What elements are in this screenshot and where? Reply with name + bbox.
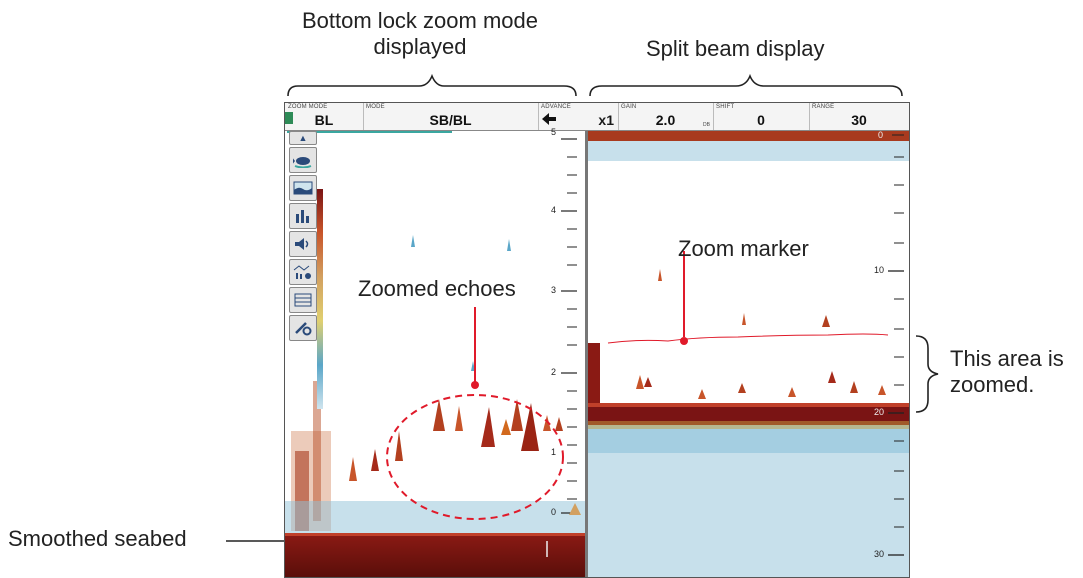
zoom-scale-label-0: 0 bbox=[551, 507, 557, 517]
layout-icon[interactable] bbox=[289, 287, 317, 313]
mode-cell[interactable]: MODE SB/BL bbox=[363, 103, 539, 130]
color-scale-bar bbox=[317, 189, 323, 409]
histogram-icon[interactable] bbox=[289, 259, 317, 285]
chevron-up-icon[interactable]: ▲ bbox=[289, 131, 317, 145]
shift-label: SHIFT bbox=[716, 104, 735, 110]
zoom-scale-label-5: 5 bbox=[551, 127, 557, 137]
bar-chart-icon[interactable] bbox=[289, 203, 317, 229]
range-label-0: 0 bbox=[878, 130, 884, 140]
zoom-mode-value: BL bbox=[314, 112, 334, 128]
zoom-scale-label-3: 3 bbox=[551, 285, 557, 295]
zoom-scale-label-1: 1 bbox=[551, 447, 557, 457]
zoom-marker-line bbox=[607, 333, 889, 344]
zoom-echogram bbox=[285, 138, 585, 577]
gain-label: GAIN bbox=[621, 104, 637, 110]
range-label-20: 20 bbox=[874, 407, 885, 417]
zoom-scale-label-4: 4 bbox=[551, 205, 557, 215]
mode-value: SB/BL bbox=[429, 112, 472, 128]
zoom-mode-cell[interactable]: ZOOM MODE BL bbox=[285, 103, 364, 130]
advance-cell[interactable]: ADVANCE x1 bbox=[538, 103, 619, 130]
fish-icon[interactable] bbox=[289, 147, 317, 173]
callout-zoom-marker: Zoom marker bbox=[678, 236, 809, 261]
arrow-left-icon bbox=[542, 113, 556, 125]
bracket-right bbox=[589, 73, 903, 97]
gain-unit: DB bbox=[703, 122, 710, 128]
side-bracket bbox=[915, 335, 939, 413]
callout-smoothed-seabed: Smoothed seabed bbox=[8, 526, 187, 551]
top-brackets bbox=[287, 73, 903, 97]
mode-label: MODE bbox=[366, 104, 385, 110]
advance-value: x1 bbox=[598, 112, 614, 128]
range-label-30: 30 bbox=[874, 549, 885, 559]
gain-value: 2.0 bbox=[655, 112, 676, 128]
zoom-scale-label-2: 2 bbox=[551, 367, 557, 377]
range-label-10: 10 bbox=[874, 265, 885, 275]
zoom-mode-label: ZOOM MODE bbox=[288, 104, 328, 110]
bracket-left bbox=[287, 73, 577, 97]
callout-area-zoomed: This area is zoomed. bbox=[950, 346, 1064, 397]
smoothed-seabed bbox=[285, 535, 585, 577]
range-cell[interactable]: RANGE 30 bbox=[809, 103, 909, 130]
split-beam-pane: 0 10 20 30 bbox=[588, 130, 909, 577]
shift-value: 0 bbox=[757, 112, 765, 128]
range-label: RANGE bbox=[812, 104, 835, 110]
header-bar: ZOOM MODE BL MODE SB/BL ADVANCE x1 GAIN … bbox=[285, 103, 909, 131]
zoomed-echoes bbox=[349, 235, 563, 481]
callout-bottom-lock-zoom: Bottom lock zoom mode displayed bbox=[302, 8, 538, 59]
bottom-lock-zoom-pane: 5 4 3 2 1 0 ▲ bbox=[285, 127, 585, 577]
shift-cell[interactable]: SHIFT 0 bbox=[713, 103, 810, 130]
settings-icon[interactable] bbox=[289, 315, 317, 341]
echo-sounder-screen: ZOOM MODE BL MODE SB/BL ADVANCE x1 GAIN … bbox=[284, 102, 910, 578]
advance-label: ADVANCE bbox=[541, 104, 571, 110]
split-beam-echogram bbox=[588, 131, 909, 577]
callout-split-beam: Split beam display bbox=[646, 36, 825, 61]
speaker-icon[interactable] bbox=[289, 231, 317, 257]
echo-highlight-circle bbox=[386, 394, 564, 520]
callout-zoomed-echoes: Zoomed echoes bbox=[358, 276, 516, 301]
range-value: 30 bbox=[851, 112, 867, 128]
seabed-icon[interactable] bbox=[289, 175, 317, 201]
gain-cell[interactable]: GAIN 2.0 DB bbox=[618, 103, 714, 130]
